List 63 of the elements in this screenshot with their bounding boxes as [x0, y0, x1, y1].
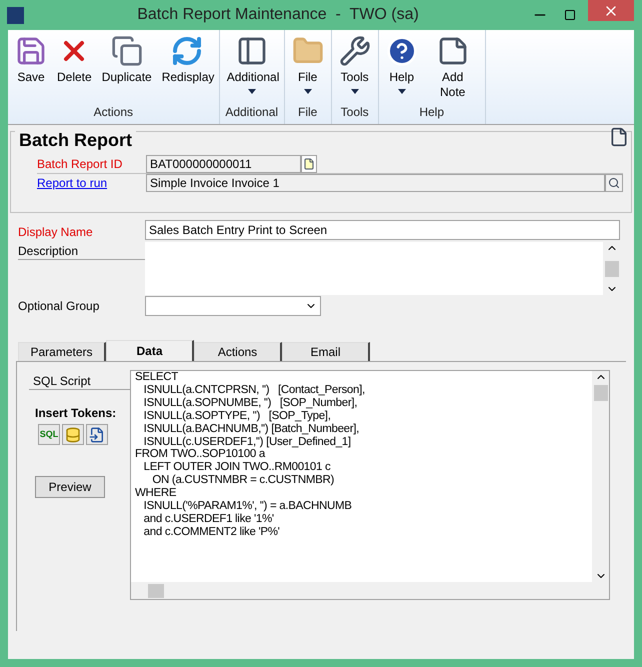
window-title: Batch Report Maintenance - TWO (sa): [136, 5, 420, 25]
search-icon: [608, 176, 620, 188]
scroll-thumb[interactable]: [148, 584, 164, 598]
report-to-run-field[interactable]: Simple Invoice Invoice 1: [146, 174, 605, 192]
note-icon: [303, 158, 315, 170]
code-line: WHERE: [135, 487, 178, 500]
sql-token-button[interactable]: SQL: [38, 424, 60, 445]
tab[interactable]: Data: [106, 340, 194, 361]
refresh-icon: [170, 35, 203, 67]
code-line: and c.COMMENT2 like 'P%': [142, 526, 281, 539]
ribbon-button[interactable]: Additional: [222, 30, 282, 103]
database-token-button[interactable]: [62, 424, 84, 445]
wrench-icon: [338, 35, 371, 67]
report-to-run-link[interactable]: Report to run: [37, 174, 146, 192]
code-line: ISNULL(a.SOPTYPE, '') [SOP_Type],: [142, 410, 332, 423]
code-line: and c.USERDEF1 like '1%': [142, 512, 275, 526]
ribbon-button[interactable]: Save: [10, 30, 52, 103]
code-line: FROM TWO..SOP10100 a: [135, 448, 266, 462]
tab[interactable]: Actions: [194, 342, 282, 361]
ribbon-button[interactable]: Redisplay: [156, 30, 217, 103]
ribbon-group-label: Actions: [92, 104, 134, 121]
ribbon-group-label: File: [297, 104, 318, 121]
close-button[interactable]: [588, 0, 634, 21]
horizontal-scrollbar[interactable]: [131, 582, 609, 599]
lookup-button[interactable]: [605, 174, 623, 192]
batch-report-id-field[interactable]: BAT000000000011: [146, 155, 301, 173]
ribbon-button[interactable]: Add Note: [422, 30, 483, 103]
ribbon-button[interactable]: Duplicate: [96, 30, 157, 103]
code-line: ISNULL(c.USERDEF1,'') [User_Defined_1]: [142, 436, 352, 448]
optional-group-dropdown[interactable]: [145, 296, 321, 316]
code-line: SELECT: [135, 371, 179, 384]
code-line: ISNULL('%PARAM1%', '') = a.BACHNUMB: [142, 500, 353, 513]
code-line: ISNULL(a.SOPNUMBE, '') [SOP_Number],: [142, 396, 358, 410]
tab[interactable]: Email: [282, 342, 370, 361]
field-label: Display Name: [18, 224, 94, 241]
new-note-button[interactable]: [301, 155, 317, 173]
ribbon-button[interactable]: Delete: [52, 30, 97, 103]
field-label: Batch Report ID: [37, 156, 124, 173]
scroll-thumb[interactable]: [594, 385, 608, 401]
field-label: Optional Group: [18, 298, 100, 315]
ribbon-button[interactable]: Tools: [334, 30, 376, 103]
code-line: ISNULL(a.CNTCPRSN, '') [Contact_Person],: [142, 384, 366, 397]
description-field[interactable]: [145, 242, 603, 295]
code-line: ON (a.CUSTNMBR = c.CUSTNMBR): [151, 474, 336, 488]
code-line: LEFT OUTER JOIN TWO..RM00101 c: [142, 461, 332, 474]
display-name-field[interactable]: Sales Batch Entry Print to Screen: [145, 220, 620, 240]
maximize-icon[interactable]: [564, 9, 576, 21]
app-logo-icon: [7, 6, 24, 24]
ribbon-button[interactable]: File: [286, 30, 329, 103]
scroll-thumb[interactable]: [604, 260, 618, 276]
ribbon-group-label: Tools: [340, 104, 370, 121]
note-icon: [436, 35, 469, 67]
copy-icon: [110, 35, 143, 67]
sql-script-editor[interactable]: [130, 370, 610, 600]
ribbon-group-label: Help: [418, 104, 446, 121]
ribbon-group-label: Additional: [224, 104, 280, 121]
insert-tokens-label: Insert Tokens:: [35, 405, 118, 422]
tab[interactable]: Parameters: [18, 342, 106, 361]
ribbon-button[interactable]: Help: [380, 30, 423, 103]
preview-button[interactable]: Preview: [35, 476, 105, 498]
insert-token-button[interactable]: [86, 424, 108, 445]
code-line: ISNULL(a.BACHNUMB,'') [Batch_Numbeer],: [142, 422, 360, 436]
scrollbar[interactable]: [592, 371, 609, 582]
